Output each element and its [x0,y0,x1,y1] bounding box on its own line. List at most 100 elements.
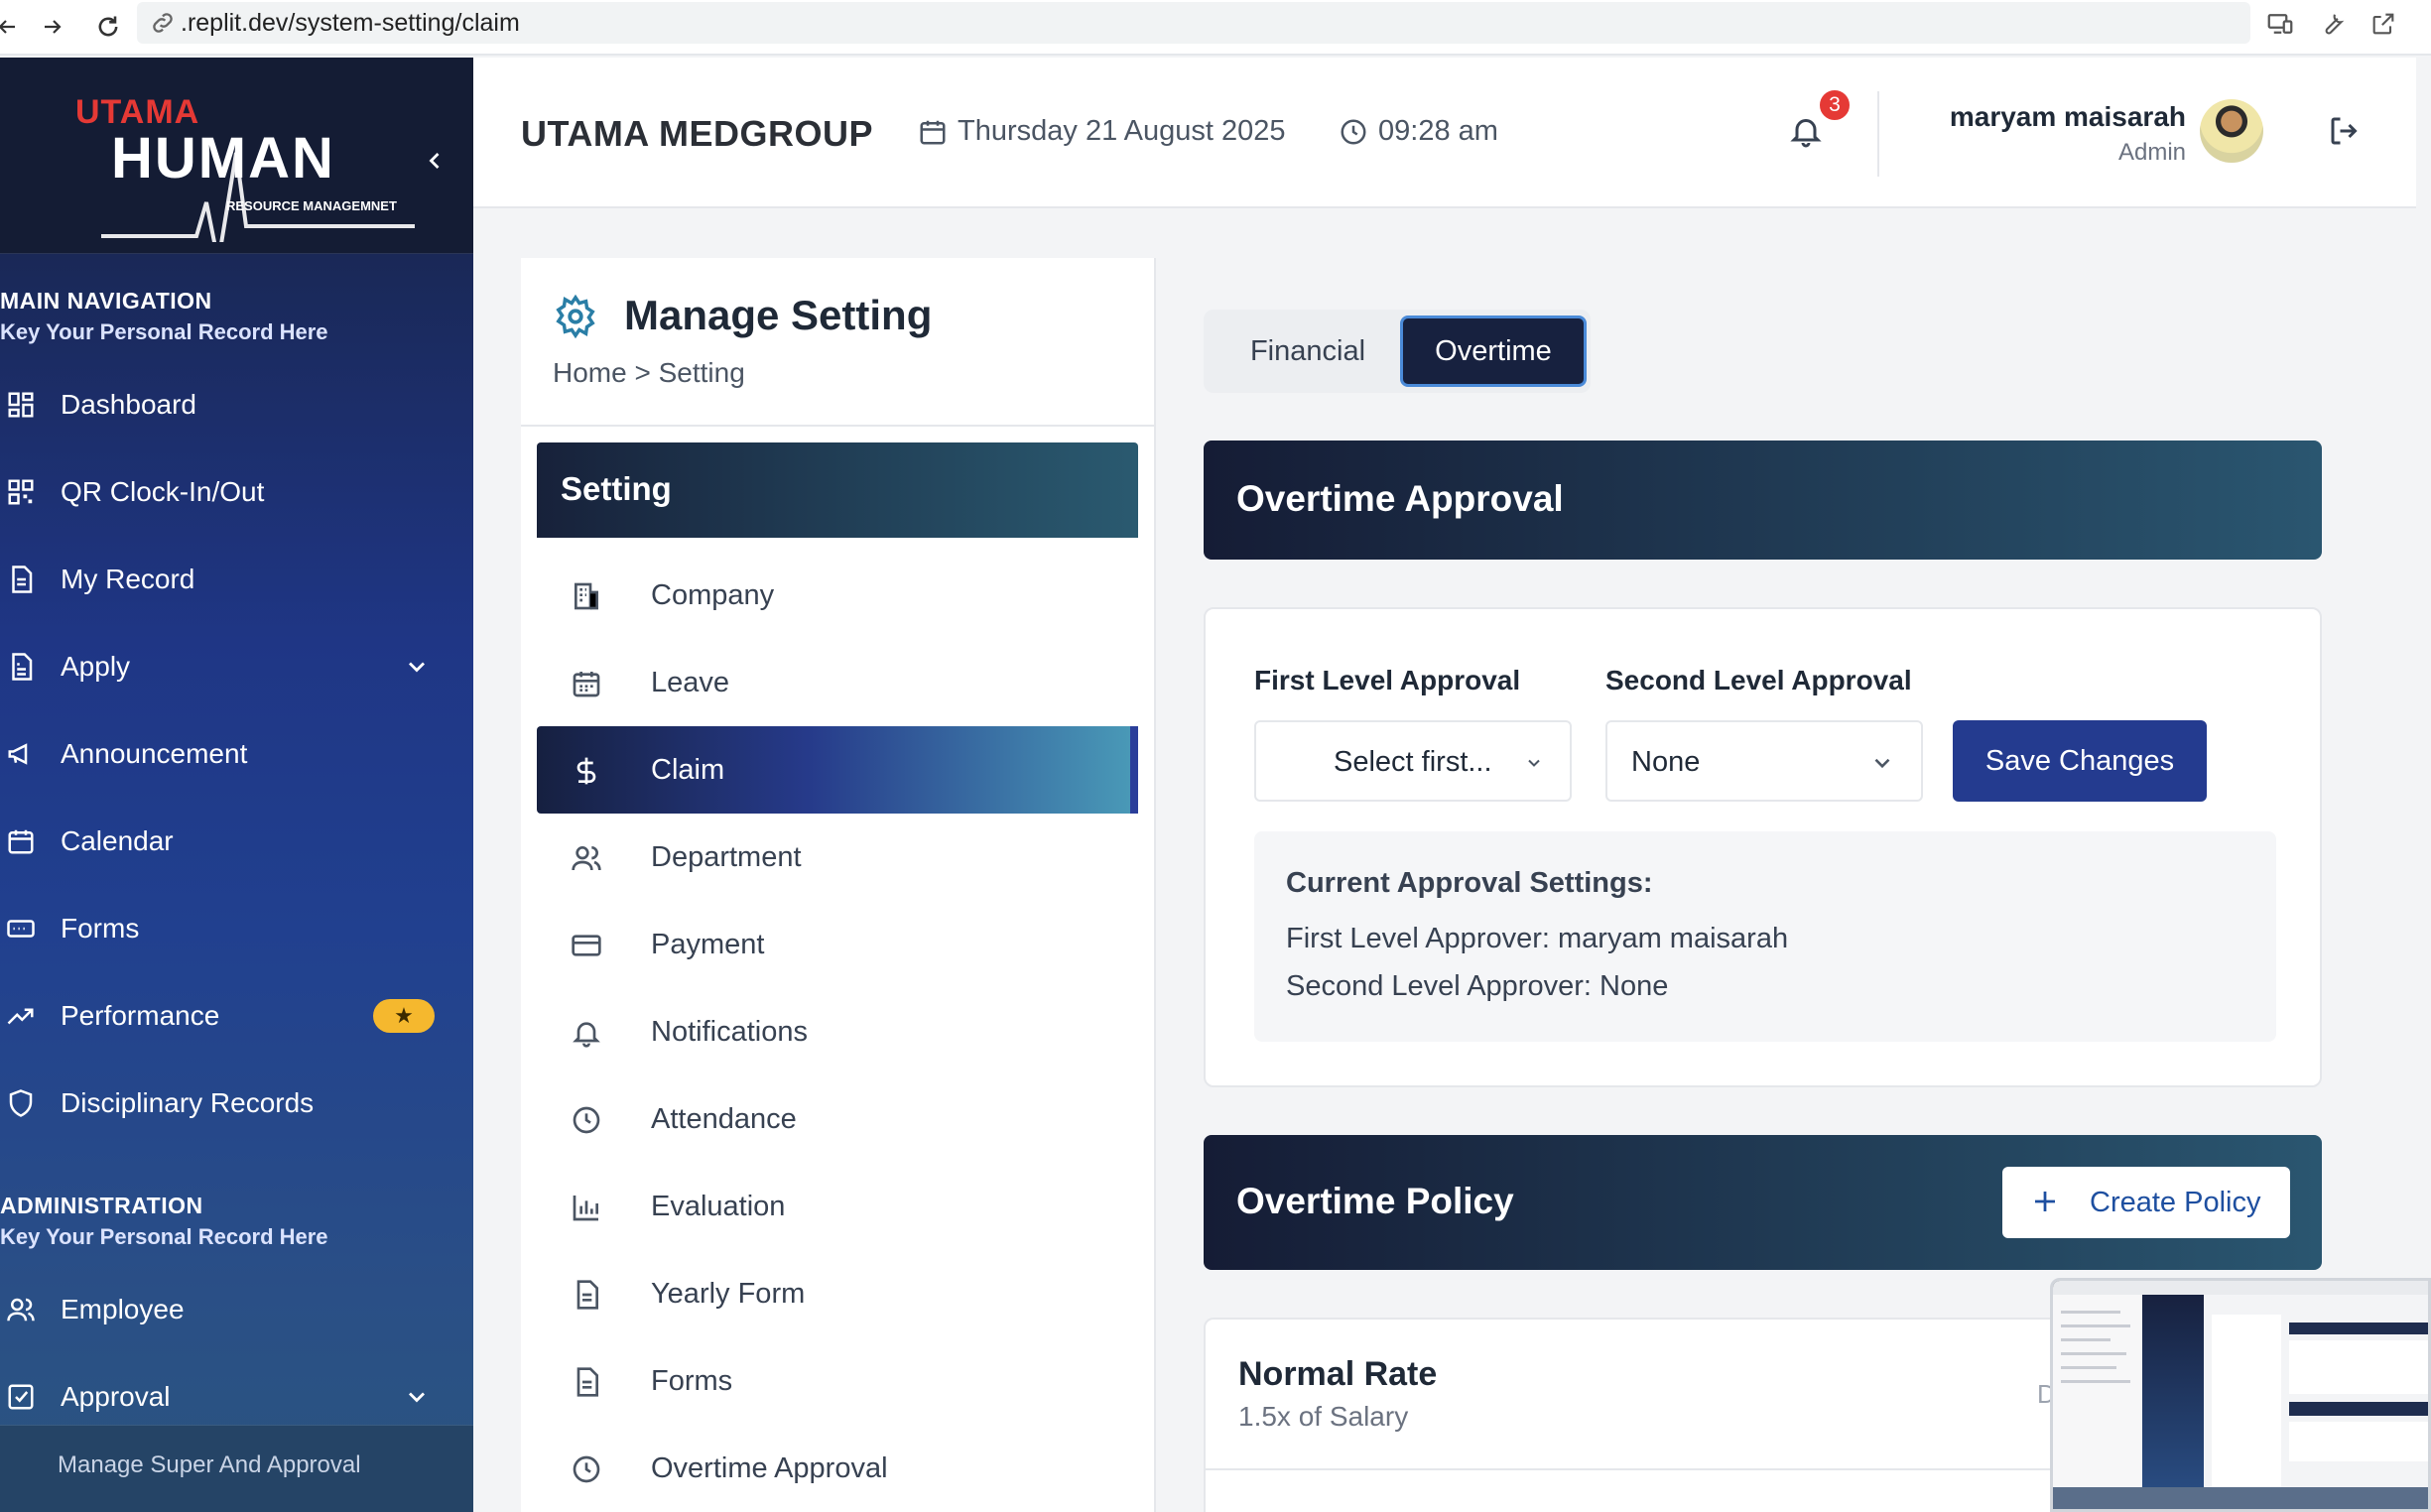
clock-icon [573,1455,600,1483]
url-prefix: .replit.dev [181,8,289,37]
setting-item-overtime-approval[interactable]: Overtime Approval [537,1425,1138,1512]
sidebar-item-employee[interactable]: Employee [0,1280,473,1339]
devices-icon[interactable] [2260,4,2300,44]
setting-item-evaluation[interactable]: Evaluation [537,1163,1138,1250]
date-text: Thursday 21 August 2025 [958,115,1286,147]
sidebar-item-approval[interactable]: Approval [0,1367,473,1427]
current-settings-title: Current Approval Settings: [1286,867,1653,899]
star-badge: ★ [373,999,435,1033]
sidebar-item-calendar[interactable]: Calendar [0,812,473,871]
admin-subtitle: Key Your Personal Record Here [0,1224,328,1249]
sidebar-item-label: QR Clock-In/Out [61,476,265,507]
breadcrumb[interactable]: Home > Setting [553,357,745,389]
thumbnail-sidebar [2142,1295,2204,1505]
sidebar-subitem-manage-approval[interactable]: Manage Super And Approval [0,1425,473,1512]
setting-item-label: Claim [651,754,725,786]
second-level-select[interactable]: None [1605,720,1923,802]
heartbeat-icon [101,152,415,242]
sidebar: UTAMA HUMAN RESOURCE MANAGEMNET MAIN NAV… [0,58,473,1512]
back-icon[interactable] [0,6,28,48]
sidebar-item-forms[interactable]: Forms [0,899,473,958]
tab-financial[interactable]: Financial [1214,315,1402,387]
clock-icon [573,1106,600,1134]
setting-item-company[interactable]: Company [537,552,1138,639]
setting-item-claim[interactable]: Claim [537,726,1138,814]
sidebar-item-label: Apply [61,651,131,682]
setting-item-department[interactable]: Department [537,814,1138,901]
setting-menu-header: Setting [537,442,1138,538]
thumbnail-main [2204,1295,2428,1505]
dashboard-icon [8,392,34,418]
collapse-sidebar-icon[interactable] [421,147,448,175]
qr-code-icon [8,479,34,505]
external-link-icon[interactable] [2364,4,2403,44]
sidebar-item-my-record[interactable]: My Record [0,550,473,609]
calendar-icon [920,120,946,144]
sidebar-item-label: Announcement [61,738,248,769]
screenshot-thumbnail[interactable] [2050,1278,2431,1512]
sidebar-item-disciplinary[interactable]: Disciplinary Records [0,1073,473,1133]
setting-item-notifications[interactable]: Notifications [537,988,1138,1075]
first-approver-value: maryam maisarah [1558,923,1789,954]
sidebar-item-label: Performance [61,1000,220,1031]
setting-item-payment[interactable]: Payment [537,901,1138,988]
setting-item-attendance[interactable]: Attendance [537,1075,1138,1163]
logout-icon[interactable] [2327,113,2363,149]
header-date: Thursday 21 August 2025 [918,115,1286,148]
setting-item-label: Notifications [651,1016,808,1048]
sidebar-item-label: Employee [61,1294,185,1324]
sidebar-item-label: My Record [61,564,195,594]
first-approver-row: First Level Approver: maryam maisarah [1286,923,1788,955]
settings-tabs: Financial Overtime [1204,310,1591,393]
setting-item-forms[interactable]: Forms [537,1337,1138,1425]
forms-icon [7,920,35,938]
forward-icon[interactable] [32,6,73,48]
logo[interactable]: UTAMA HUMAN RESOURCE MANAGEMNET [0,58,473,254]
first-level-select[interactable]: Select first... [1254,720,1572,802]
create-policy-label: Create Policy [2090,1187,2261,1218]
shield-icon [9,1089,33,1117]
setting-item-label: Forms [651,1365,733,1397]
chevron-down-icon [409,1392,425,1403]
megaphone-icon [8,743,28,765]
logo-subtitle: RESOURCE MANAGEMNET [226,198,397,213]
clock-icon [1341,119,1366,144]
setting-item-label: Leave [651,667,730,698]
document-icon [12,566,33,593]
create-policy-button[interactable]: Create Policy [2002,1167,2290,1238]
setting-item-yearly-form[interactable]: Yearly Form [537,1250,1138,1337]
overtime-policy-header: Overtime Policy Create Policy [1204,1135,2322,1270]
sidebar-item-dashboard[interactable]: Dashboard [0,375,473,435]
sidebar-item-performance[interactable]: Performance ★ [0,986,473,1046]
sidebar-item-announcement[interactable]: Announcement [0,724,473,784]
setting-item-leave[interactable]: Leave [537,639,1138,726]
second-approver-row: Second Level Approver: None [1286,970,1668,1003]
second-level-value: None [1631,746,1701,778]
setting-item-label: Overtime Approval [651,1452,888,1484]
notification-count-badge: 3 [1817,87,1853,123]
chevron-down-icon [409,662,425,673]
save-changes-button[interactable]: Save Changes [1953,720,2207,802]
overtime-approval-header: Overtime Approval [1204,441,2322,560]
reload-icon[interactable] [87,6,129,48]
browser-toolbar: .replit.dev/system-setting/claim [0,0,2431,56]
avatar[interactable] [2200,99,2263,163]
setting-item-label: Company [651,579,775,611]
setting-item-label: Department [651,841,802,873]
calendar-icon [8,829,34,854]
building-icon [575,582,598,610]
tab-overtime[interactable]: Overtime [1400,315,1587,387]
sidebar-item-apply[interactable]: Apply [0,637,473,696]
checkbox-icon [8,1384,34,1410]
second-approver-label: Second Level Approver: [1286,970,1592,1002]
bell-icon[interactable] [1788,113,1824,149]
overtime-approval-title: Overtime Approval [1236,478,1564,519]
manage-setting-header: Manage Setting Home > Setting [521,258,1156,427]
chevron-down-icon [1874,758,1890,769]
wrench-icon[interactable] [2312,4,2352,44]
first-level-label: First Level Approval [1254,665,1521,695]
bar-chart-icon [573,1196,598,1221]
address-bar[interactable]: .replit.dev/system-setting/claim [137,2,2250,44]
sidebar-item-label: Calendar [61,825,174,856]
sidebar-item-qr-clock[interactable]: QR Clock-In/Out [0,462,473,522]
